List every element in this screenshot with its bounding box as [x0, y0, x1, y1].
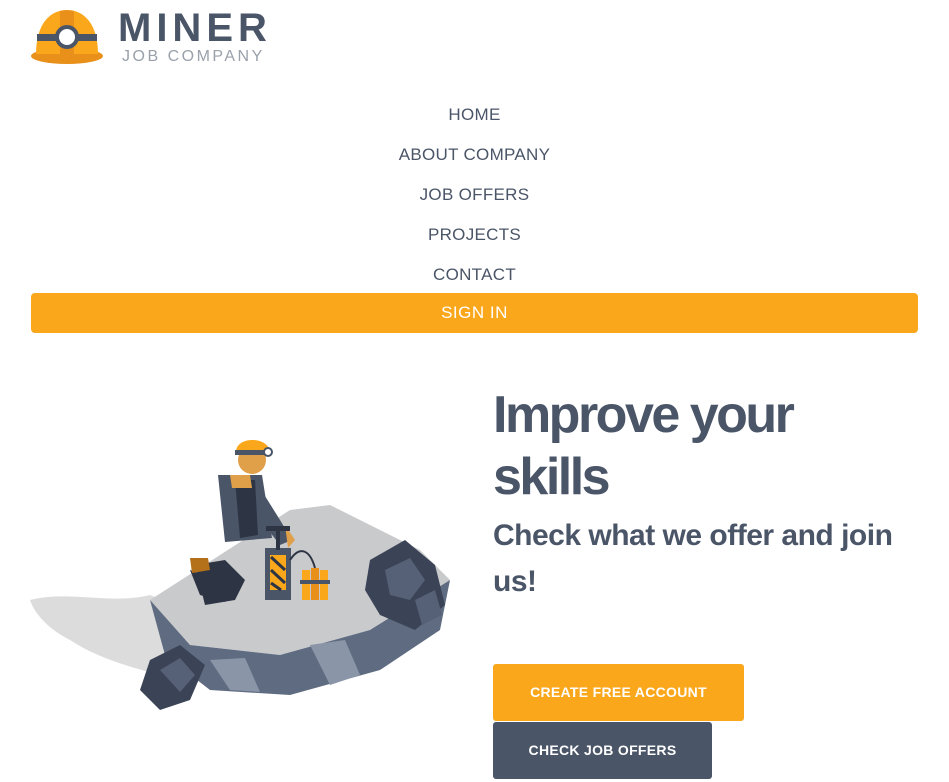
logo-title: MINER [118, 6, 272, 50]
main-nav: HOME ABOUT COMPANY JOB OFFERS PROJECTS C… [0, 95, 949, 295]
create-free-account-button[interactable]: CREATE FREE ACCOUNT [493, 664, 744, 721]
miner-helmet-icon [31, 10, 103, 64]
miner-detonator-illustration [30, 440, 450, 710]
sign-in-button[interactable]: SIGN IN [31, 293, 918, 333]
nav-contact[interactable]: CONTACT [0, 255, 949, 295]
logo-subtitle: JOB COMPANY [122, 48, 265, 65]
nav-about-company[interactable]: ABOUT COMPANY [0, 135, 949, 175]
check-job-offers-button[interactable]: CHECK JOB OFFERS [493, 722, 712, 779]
hero-subtitle: Check what we offer and join us! [493, 519, 893, 598]
nav-projects[interactable]: PROJECTS [0, 215, 949, 255]
hero-title: Improve your skills [493, 386, 795, 506]
nav-home[interactable]: HOME [0, 95, 949, 135]
nav-job-offers[interactable]: JOB OFFERS [0, 175, 949, 215]
logo[interactable]: MINER JOB COMPANY [30, 6, 290, 68]
